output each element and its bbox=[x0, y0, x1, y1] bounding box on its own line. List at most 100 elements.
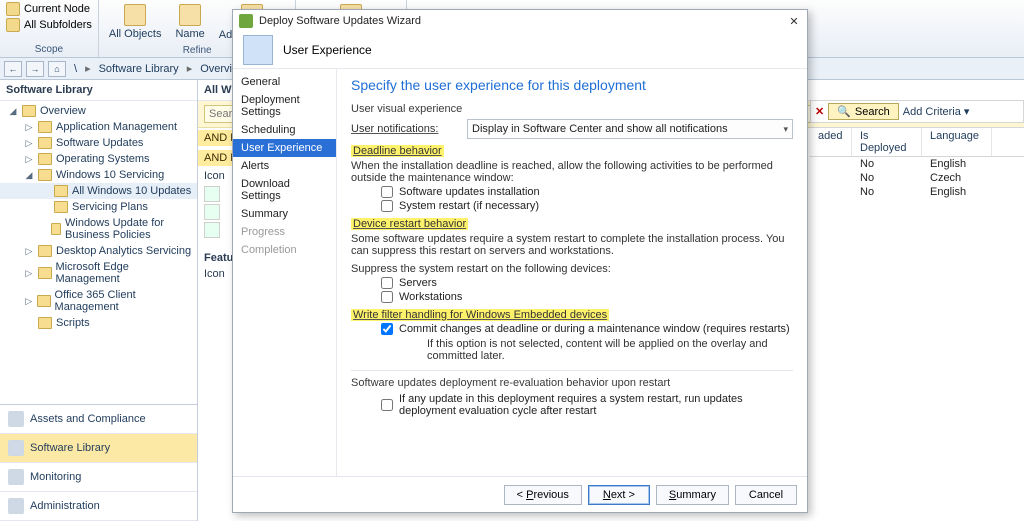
deadline-text: When the installation deadline is reache… bbox=[351, 160, 793, 184]
cb-commit-changes[interactable] bbox=[381, 323, 393, 335]
wizard-content: Specify the user experience for this dep… bbox=[337, 69, 807, 476]
row-icon bbox=[204, 204, 220, 220]
add-criteria-link[interactable]: Add Criteria ▾ bbox=[903, 105, 970, 118]
next-button[interactable]: Next > bbox=[588, 485, 650, 505]
tree-edge-management[interactable]: ▷Microsoft Edge Management bbox=[0, 259, 197, 287]
updates-icon bbox=[54, 185, 68, 197]
script-icon bbox=[38, 317, 52, 329]
step-scheduling[interactable]: Scheduling bbox=[233, 121, 336, 139]
clear-search-icon[interactable]: ✕ bbox=[815, 105, 824, 118]
assets-icon bbox=[8, 411, 24, 427]
grid-row[interactable]: NoEnglish bbox=[810, 157, 1024, 171]
col-aded[interactable]: aded bbox=[810, 128, 852, 156]
chevron-right-icon: ▸ bbox=[187, 62, 193, 75]
workspace-administration[interactable]: Administration bbox=[0, 492, 197, 521]
grid-row[interactable]: NoCzech bbox=[810, 171, 1024, 185]
folder-icon bbox=[38, 137, 52, 149]
cb-software-updates-installation[interactable] bbox=[381, 186, 393, 198]
cb-label: Workstations bbox=[399, 291, 462, 303]
tree-overview[interactable]: ◢Overview bbox=[0, 103, 197, 119]
tree-scripts[interactable]: Scripts bbox=[0, 315, 197, 331]
col-is-deployed[interactable]: Is Deployed bbox=[852, 128, 922, 156]
cb-label: Servers bbox=[399, 277, 437, 289]
library-icon bbox=[8, 440, 24, 456]
cb-label: Software updates installation bbox=[399, 186, 540, 198]
device-restart-text: Some software updates require a system r… bbox=[351, 233, 793, 257]
content-heading: Specify the user experience for this dep… bbox=[351, 77, 793, 93]
tree-all-win10-updates[interactable]: All Windows 10 Updates bbox=[0, 183, 197, 199]
cancel-button[interactable]: Cancel bbox=[735, 485, 797, 505]
monitoring-icon bbox=[8, 469, 24, 485]
section-reeval: Software updates deployment re-evaluatio… bbox=[351, 377, 793, 389]
tree-software-updates[interactable]: ▷Software Updates bbox=[0, 135, 197, 151]
workspace-assets[interactable]: Assets and Compliance bbox=[0, 405, 197, 434]
close-button[interactable]: ✕ bbox=[787, 15, 801, 28]
workspace-monitoring[interactable]: Monitoring bbox=[0, 463, 197, 492]
workspace-software-library[interactable]: Software Library bbox=[0, 434, 197, 463]
cb-label: System restart (if necessary) bbox=[399, 200, 539, 212]
crumb-software-library[interactable]: Software Library bbox=[95, 63, 183, 75]
policy-icon bbox=[51, 223, 61, 235]
tree-operating-systems[interactable]: ▷Operating Systems bbox=[0, 151, 197, 167]
pane-title: Software Library bbox=[0, 80, 197, 101]
tree-wufb-policies[interactable]: Windows Update for Business Policies bbox=[0, 215, 197, 243]
cb-label: If any update in this deployment require… bbox=[399, 393, 793, 417]
refine-all-objects[interactable]: All Objects bbox=[105, 2, 166, 42]
cb-workstations[interactable] bbox=[381, 291, 393, 303]
ribbon-group-scope: Current Node All Subfolders Scope bbox=[0, 0, 99, 57]
select-value: Display in Software Center and show all … bbox=[472, 123, 728, 135]
previous-button[interactable]: < PPreviousrevious bbox=[504, 485, 582, 505]
nav-home-button[interactable]: ⌂ bbox=[48, 61, 66, 77]
deploy-wizard: Deploy Software Updates Wizard ✕ User Ex… bbox=[232, 9, 808, 513]
chevron-right-icon: ▸ bbox=[85, 62, 91, 75]
user-notifications-select[interactable]: Display in Software Center and show all … bbox=[467, 119, 793, 139]
commit-note: If this option is not selected, content … bbox=[381, 338, 793, 362]
scope-current-node[interactable]: Current Node bbox=[6, 2, 92, 16]
search-button[interactable]: 🔍Search bbox=[828, 103, 899, 120]
grid-row[interactable]: NoEnglish bbox=[810, 185, 1024, 199]
step-summary[interactable]: Summary bbox=[233, 205, 336, 223]
folder-icon bbox=[38, 169, 52, 181]
step-completion: Completion bbox=[233, 241, 336, 259]
step-alerts[interactable]: Alerts bbox=[233, 157, 336, 175]
nav-forward-button[interactable]: → bbox=[26, 61, 44, 77]
step-general[interactable]: General bbox=[233, 73, 336, 91]
row-icon bbox=[204, 222, 220, 238]
folder-icon bbox=[37, 295, 50, 307]
step-user-experience[interactable]: User Experience bbox=[233, 139, 336, 157]
section-device-restart: Device restart behavior bbox=[351, 218, 468, 230]
wizard-titlebar: Deploy Software Updates Wizard ✕ bbox=[233, 10, 807, 32]
crumb-root[interactable]: \ bbox=[70, 63, 81, 75]
node-icon bbox=[6, 2, 20, 16]
nav-back-button[interactable]: ← bbox=[4, 61, 22, 77]
tree-servicing-plans[interactable]: Servicing Plans bbox=[0, 199, 197, 215]
wizard-icon bbox=[239, 14, 253, 28]
step-download-settings[interactable]: Download Settings bbox=[233, 175, 336, 205]
cb-servers[interactable] bbox=[381, 277, 393, 289]
search-icon: 🔍 bbox=[837, 105, 851, 118]
wizard-page-label: User Experience bbox=[283, 43, 372, 57]
subfolders-icon bbox=[6, 18, 20, 32]
tree-desktop-analytics[interactable]: ▷Desktop Analytics Servicing bbox=[0, 243, 197, 259]
refine-name[interactable]: Name bbox=[171, 2, 208, 42]
cb-reeval[interactable] bbox=[381, 399, 393, 411]
row-icon bbox=[204, 186, 220, 202]
wizard-footer: < PPreviousrevious Next > Summary Cancel bbox=[233, 476, 807, 512]
folder-icon bbox=[38, 267, 52, 279]
step-deployment-settings[interactable]: Deployment Settings bbox=[233, 91, 336, 121]
plan-icon bbox=[54, 201, 68, 213]
wizard-header: User Experience bbox=[233, 32, 807, 68]
tree-office365[interactable]: ▷Office 365 Client Management bbox=[0, 287, 197, 315]
scope-all-subfolders[interactable]: All Subfolders bbox=[6, 18, 92, 32]
left-pane: Software Library ◢Overview ▷Application … bbox=[0, 80, 198, 521]
summary-button[interactable]: Summary bbox=[656, 485, 729, 505]
section-deadline: Deadline behavior bbox=[351, 145, 444, 157]
cb-system-restart[interactable] bbox=[381, 200, 393, 212]
grid-header: aded Is Deployed Language bbox=[810, 127, 1024, 157]
results-search-controls: ✕ 🔍Search Add Criteria ▾ bbox=[810, 100, 1024, 123]
col-language[interactable]: Language bbox=[922, 128, 992, 156]
tree-application-management[interactable]: ▷Application Management bbox=[0, 119, 197, 135]
step-progress: Progress bbox=[233, 223, 336, 241]
tree-windows-10-servicing[interactable]: ◢Windows 10 Servicing bbox=[0, 167, 197, 183]
user-notifications-label: User notifications: bbox=[351, 123, 438, 135]
